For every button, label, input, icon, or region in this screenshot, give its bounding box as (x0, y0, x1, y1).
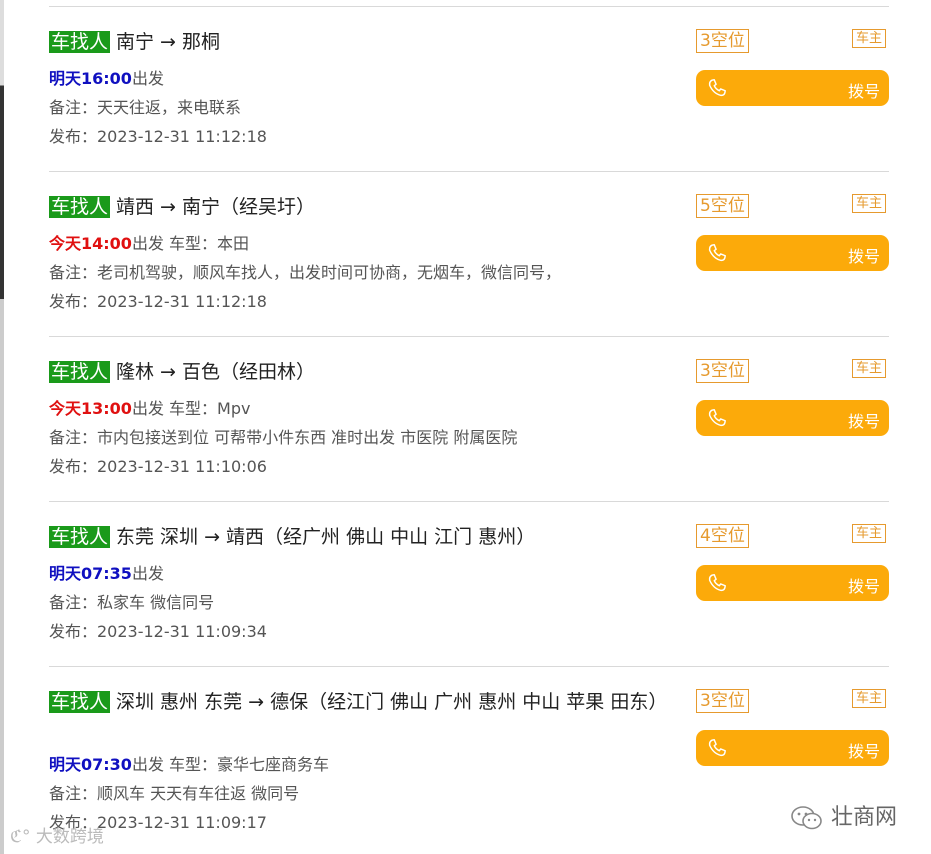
ride-title[interactable]: 车找人 隆林 → 百色（经田林） (49, 359, 669, 386)
depart-suffix: 出发 (131, 234, 164, 253)
ride-time: 明天07:35 (49, 564, 132, 583)
ride-published: 发布：2023-12-31 11:10:06 (49, 457, 267, 476)
wechat-icon (791, 806, 822, 830)
ride-time: 今天13:00 (49, 399, 132, 418)
watermark-left: ℭ° 大数跨境 (10, 822, 104, 847)
seats-badge: 3空位 (696, 359, 749, 383)
dial-label: 拨号 (847, 577, 880, 596)
ride-list: 车找人 南宁 → 那桐 明天16:00出发 备注：天天往返，来电联系 发布：202… (49, 6, 889, 854)
ride-route: 隆林 → 百色（经田林） (116, 361, 316, 383)
phone-icon (708, 739, 726, 757)
ride-tag: 车找人 (49, 196, 111, 218)
car-type: 车型：本田 (163, 234, 250, 253)
watermark-right: 壮商网 (790, 799, 897, 831)
ride-item[interactable]: 车找人 靖西 → 南宁（经吴圩） 今天14:00出发 车型：本田 备注：老司机驾驶… (49, 171, 889, 336)
dial-label: 拨号 (847, 247, 880, 266)
watermark-logo-icon: ℭ° (10, 827, 31, 847)
dial-label: 拨号 (847, 742, 880, 761)
role-badge: 车主 (852, 689, 887, 708)
ride-published: 发布：2023-12-31 11:12:18 (49, 127, 267, 146)
dial-button[interactable]: 拨号 (696, 400, 889, 436)
seats-badge: 5空位 (696, 194, 749, 218)
seats-badge: 3空位 (696, 689, 749, 713)
car-type: 车型：豪华七座商务车 (163, 755, 330, 774)
depart-suffix: 出发 (131, 564, 164, 583)
ride-title[interactable]: 车找人 靖西 → 南宁（经吴圩） (49, 194, 669, 221)
depart-suffix: 出发 (131, 399, 164, 418)
role-badge: 车主 (852, 194, 887, 213)
ride-departure: 今天13:00出发 车型：Mpv (49, 395, 250, 419)
ride-published: 发布：2023-12-31 11:09:34 (49, 622, 267, 641)
ride-route: 深圳 惠州 东莞 → 德保（经江门 佛山 广州 惠州 中山 苹果 田东） (116, 691, 668, 713)
dial-button[interactable]: 拨号 (696, 730, 889, 766)
ride-item[interactable]: 车找人 深圳 惠州 东莞 → 德保（经江门 佛山 广州 惠州 中山 苹果 田东） … (49, 666, 889, 854)
watermark-left-text: 大数跨境 (35, 827, 104, 847)
ride-departure: 明天07:35出发 (49, 560, 164, 584)
ride-item[interactable]: 车找人 南宁 → 那桐 明天16:00出发 备注：天天往返，来电联系 发布：202… (49, 6, 889, 171)
seats-badge: 4空位 (696, 524, 749, 548)
ride-route: 东莞 深圳 → 靖西（经广州 佛山 中山 江门 惠州） (116, 526, 536, 548)
ride-item[interactable]: 车找人 东莞 深圳 → 靖西（经广州 佛山 中山 江门 惠州） 明天07:35出发… (49, 501, 889, 666)
phone-icon (708, 244, 726, 262)
ride-route: 南宁 → 那桐 (116, 31, 221, 53)
seats-badge: 3空位 (696, 29, 749, 53)
ride-title[interactable]: 车找人 东莞 深圳 → 靖西（经广州 佛山 中山 江门 惠州） (49, 524, 669, 551)
dial-label: 拨号 (847, 412, 880, 431)
ride-tag: 车找人 (49, 526, 111, 548)
left-edge-strip (0, 0, 4, 854)
ride-tag: 车找人 (49, 691, 111, 713)
ride-time: 明天07:30 (49, 755, 132, 774)
ride-tag: 车找人 (49, 31, 111, 53)
phone-icon (708, 574, 726, 592)
ride-item[interactable]: 车找人 隆林 → 百色（经田林） 今天13:00出发 车型：Mpv 备注：市内包接… (49, 336, 889, 501)
ride-title[interactable]: 车找人 南宁 → 那桐 (49, 29, 669, 56)
dial-button[interactable]: 拨号 (696, 70, 889, 106)
ride-note: 备注：市内包接送到位 可帮带小件东西 准时出发 市医院 附属医院 (49, 428, 518, 447)
ride-departure: 明天16:00出发 (49, 65, 164, 89)
ride-departure: 今天14:00出发 车型：本田 (49, 230, 249, 254)
phone-icon (708, 79, 726, 97)
depart-suffix: 出发 (131, 69, 164, 88)
ride-title[interactable]: 车找人 深圳 惠州 东莞 → 德保（经江门 佛山 广州 惠州 中山 苹果 田东） (49, 689, 669, 716)
phone-icon (708, 409, 726, 427)
ride-note: 备注：私家车 微信同号 (49, 593, 215, 612)
ride-tag: 车找人 (49, 361, 111, 383)
ride-note: 备注：顺风车 天天有车往返 微同号 (49, 784, 300, 803)
ride-departure: 明天07:30出发 车型：豪华七座商务车 (49, 751, 329, 775)
role-badge: 车主 (852, 29, 887, 48)
dial-button[interactable]: 拨号 (696, 565, 889, 601)
ride-note: 备注：天天往返，来电联系 (49, 98, 242, 117)
ride-time: 明天16:00 (49, 69, 132, 88)
role-badge: 车主 (852, 359, 887, 378)
ride-route: 靖西 → 南宁（经吴圩） (116, 196, 316, 218)
dial-button[interactable]: 拨号 (696, 235, 889, 271)
ride-time: 今天14:00 (49, 234, 132, 253)
ride-published: 发布：2023-12-31 11:12:18 (49, 292, 267, 311)
car-type: 车型：Mpv (163, 399, 251, 418)
role-badge: 车主 (852, 524, 887, 543)
watermark-right-text: 壮商网 (831, 805, 898, 830)
ride-note: 备注：老司机驾驶，顺风车找人，出发时间可协商，无烟车，微信同号， (49, 263, 562, 282)
dial-label: 拨号 (847, 82, 880, 101)
depart-suffix: 出发 (131, 755, 164, 774)
